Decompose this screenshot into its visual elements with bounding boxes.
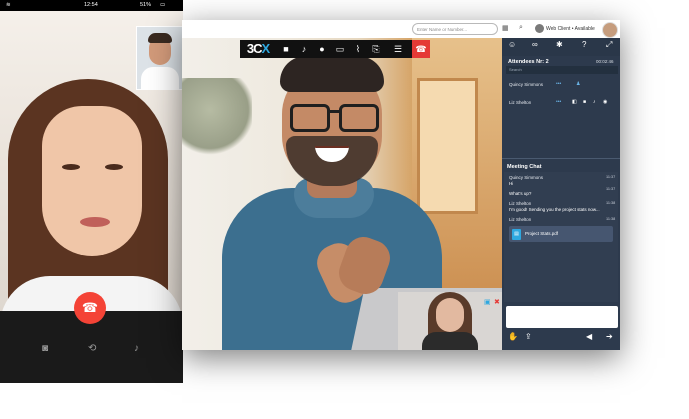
close-icon[interactable]: ✖ — [494, 298, 500, 306]
microphone-icon[interactable]: ♪ — [296, 40, 312, 58]
3cx-logo: 3CX — [240, 40, 276, 58]
raise-hand-icon[interactable]: ✋ — [508, 332, 518, 341]
speaker-glasses — [290, 104, 330, 132]
chat-message: Hi — [509, 181, 514, 186]
chat-message: What's up? — [509, 191, 532, 196]
self-body — [141, 67, 179, 89]
status-indicator — [535, 24, 544, 33]
speaker-glasses-bridge — [327, 110, 339, 113]
dialpad-icon[interactable]: ▦ — [502, 24, 509, 32]
speaker-glasses — [339, 104, 379, 132]
microphone-icon[interactable]: ♪ — [134, 343, 139, 354]
user-status[interactable]: Web Client • Available — [546, 24, 595, 34]
chat-input[interactable] — [506, 306, 618, 328]
mobile-phone: ≋ 12:54 51% ▭ ☎ ◙ ⟲ ♪ — [0, 0, 183, 383]
participant-face — [42, 106, 142, 256]
chat-bubble-icon[interactable]: ◉ — [603, 99, 607, 105]
attendees-title: Attendees Nr: 2 — [508, 59, 549, 65]
search-input[interactable]: Enter Name or Number... — [412, 23, 498, 35]
phone-clock: 12:54 — [84, 2, 98, 8]
phone-status-bar: ≋ 12:54 51% ▭ — [0, 0, 183, 11]
more-options-icon[interactable]: ••• — [556, 81, 561, 87]
send-icon[interactable]: ➔ — [606, 332, 613, 341]
video-camera-icon[interactable]: ■ — [583, 99, 586, 105]
chat-time: 11:38 — [606, 201, 616, 205]
chat-sender: Quincy Simmons — [509, 175, 544, 180]
panel-divider — [502, 158, 620, 159]
chat-message: I'm good! Sending you the project stats … — [509, 207, 600, 212]
camera-icon[interactable]: ◙ — [42, 343, 48, 354]
attendee-name: Quincy Simmons — [509, 82, 544, 87]
meeting-duration: 00:02:46 — [596, 59, 614, 64]
chat-sender: Liz Shelton — [509, 201, 532, 206]
participant-eye — [62, 164, 80, 170]
avatar[interactable] — [602, 22, 618, 38]
file-icon[interactable]: ⎘ — [368, 40, 384, 58]
expand-video-icon[interactable]: ▣ — [484, 298, 491, 306]
file-name[interactable]: Project Stats.pdf — [525, 231, 558, 236]
help-icon[interactable]: ? — [582, 40, 586, 49]
attendee-search-input[interactable]: Search — [506, 66, 618, 74]
volume-icon[interactable]: ◀ — [586, 332, 592, 341]
participant-lips — [80, 217, 110, 227]
flip-camera-icon[interactable]: ⟲ — [88, 343, 96, 354]
speaker-hair — [280, 56, 384, 92]
link-icon[interactable]: ∞ — [532, 40, 538, 49]
more-options-icon[interactable]: ••• — [556, 99, 561, 105]
hangup-button[interactable]: ☎ — [412, 40, 430, 58]
desktop-web-client: Enter Name or Number... ▦ ⌕ Web Client •… — [182, 20, 620, 350]
wifi-icon: ≋ — [6, 2, 11, 8]
attendee-name: Liz Shelton — [509, 100, 532, 105]
chat-time: 11:37 — [606, 175, 616, 179]
background-window — [417, 78, 478, 214]
logo-text: 3C — [246, 41, 263, 56]
pdf-file-icon: ▤ — [512, 229, 521, 240]
chat-sender: Liz Shelton — [509, 217, 532, 222]
background-plant — [182, 78, 252, 158]
search-icon[interactable]: ⌕ — [519, 24, 523, 32]
gear-icon[interactable]: ✱ — [556, 40, 563, 49]
chat-time: 11:37 — [606, 187, 616, 191]
screen-share-icon[interactable]: ▭ — [332, 40, 348, 58]
battery-icon: ▭ — [160, 2, 166, 8]
attach-icon[interactable]: ⌇ — [350, 40, 366, 58]
self-face — [436, 298, 464, 332]
add-participant-icon[interactable]: ☺ — [508, 40, 516, 49]
screen-share-icon[interactable]: ◧ — [572, 99, 577, 105]
chat-time: 11:38 — [606, 217, 616, 221]
user-icon: ♟ — [576, 81, 581, 87]
logo-x: X — [261, 41, 270, 56]
chat-title: Meeting Chat — [507, 164, 542, 170]
participant-eye — [105, 164, 123, 170]
self-body — [422, 332, 478, 350]
microphone-icon[interactable]: ♪ — [593, 99, 596, 105]
hangup-button[interactable]: ☎ — [74, 292, 106, 324]
battery-level: 51% — [140, 2, 152, 8]
record-icon[interactable]: ● — [314, 40, 330, 58]
self-view-thumbnail[interactable] — [136, 26, 183, 90]
video-camera-icon[interactable]: ■ — [278, 40, 294, 58]
whiteboard-icon[interactable]: ☰ — [390, 40, 406, 58]
upload-icon[interactable]: ⇪ — [525, 332, 532, 341]
self-hair — [148, 33, 172, 43]
fullscreen-icon[interactable]: ⤢ — [606, 40, 612, 50]
